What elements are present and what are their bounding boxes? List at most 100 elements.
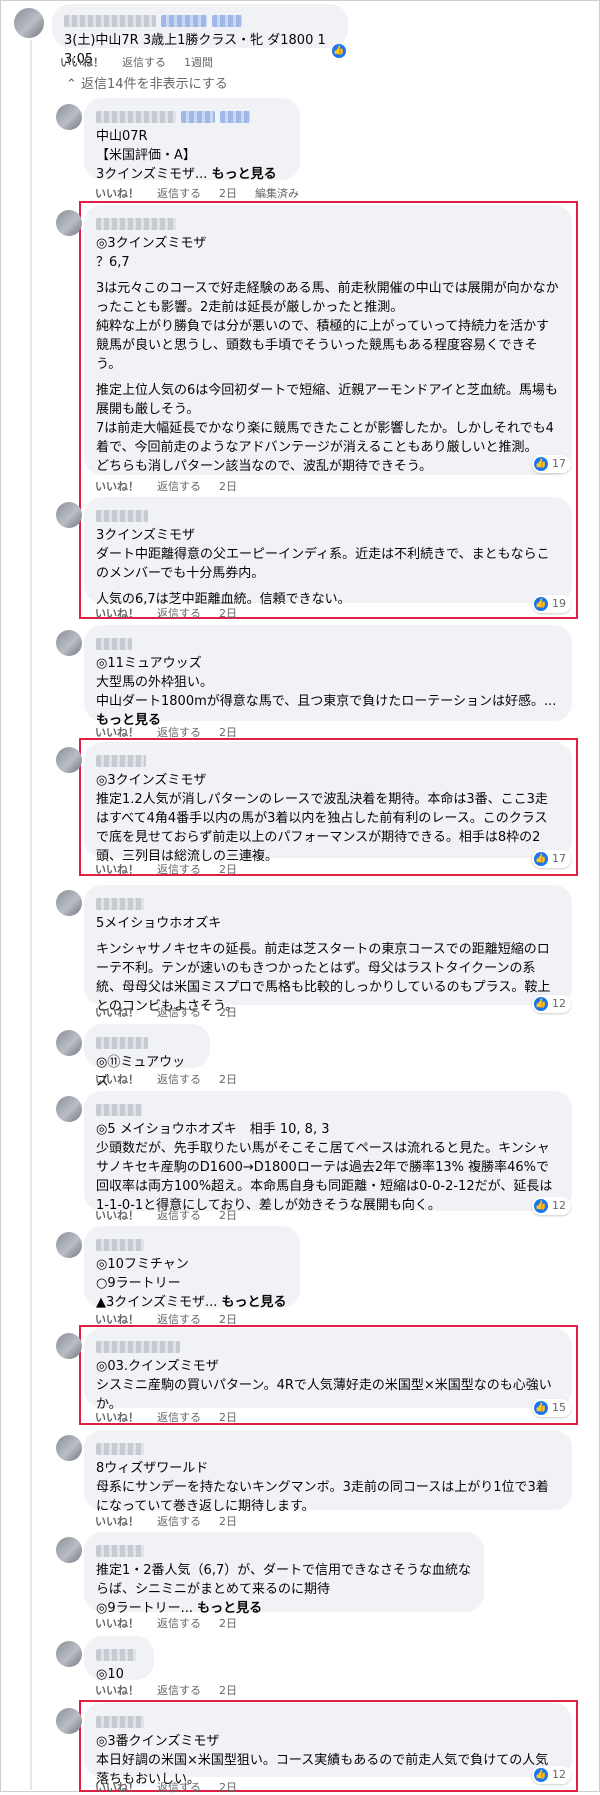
- like-button[interactable]: いいね！: [95, 1515, 139, 1528]
- like-count-badge[interactable]: 👍 17: [532, 850, 571, 868]
- commenter-name[interactable]: [96, 110, 176, 123]
- reply-button[interactable]: 返信する: [157, 1515, 201, 1528]
- avatar[interactable]: [56, 1333, 82, 1359]
- avatar[interactable]: [56, 1641, 82, 1667]
- avatar[interactable]: [56, 210, 82, 236]
- reply-button[interactable]: 返信する: [157, 607, 201, 620]
- like-count: 19: [552, 597, 566, 610]
- like-count-badge[interactable]: 👍 12: [532, 1197, 571, 1215]
- avatar[interactable]: [56, 1232, 82, 1258]
- commenter-name[interactable]: [96, 1648, 136, 1661]
- timestamp[interactable]: 2日: [219, 1073, 237, 1086]
- commenter-name[interactable]: [64, 14, 156, 27]
- comment-bubble: 5メイショウホオズキ キンシャサノキセキの延長。前走は芝スタートの東京コースでの…: [84, 885, 572, 1014]
- like-button[interactable]: いいね！: [95, 1006, 139, 1019]
- avatar[interactable]: [56, 502, 82, 528]
- like-button[interactable]: いいね！: [60, 56, 104, 69]
- commenter-name[interactable]: [96, 1238, 144, 1251]
- avatar[interactable]: [56, 104, 82, 130]
- reply-button[interactable]: 返信する: [157, 1684, 201, 1697]
- like-count-badge[interactable]: 👍 15: [532, 1399, 571, 1417]
- timestamp[interactable]: 2日: [219, 480, 237, 493]
- timestamp[interactable]: 2日: [219, 863, 237, 876]
- timestamp[interactable]: 2日: [219, 1209, 237, 1222]
- comment-bubble: 8ウィズザワールド 母系にサンデーを持たないキングマンボ。3走前の同コースは上が…: [84, 1430, 572, 1514]
- commenter-name[interactable]: [96, 637, 132, 650]
- commenter-name-tag[interactable]: [161, 14, 208, 27]
- like-button[interactable]: いいね！: [95, 1781, 139, 1794]
- reply-button[interactable]: 返信する: [157, 863, 201, 876]
- reply-button[interactable]: 返信する: [157, 1617, 201, 1630]
- see-more-link[interactable]: もっと見る: [197, 1601, 262, 1616]
- comment-actions: いいね！ 返信する 2日: [95, 1409, 255, 1425]
- like-count-badge[interactable]: 👍 12: [532, 1766, 571, 1784]
- like-button[interactable]: いいね！: [95, 863, 139, 876]
- commenter-name[interactable]: [96, 1715, 144, 1728]
- like-count: 17: [552, 852, 566, 865]
- commenter-name-tag[interactable]: [212, 14, 243, 27]
- timestamp[interactable]: 2日: [219, 1617, 237, 1630]
- timestamp[interactable]: 2日: [219, 1781, 237, 1794]
- timestamp[interactable]: 2日: [219, 1515, 237, 1528]
- comment-text: 5メイショウホオズキ: [96, 916, 222, 931]
- reply-button[interactable]: 返信する: [157, 187, 201, 200]
- reply-button[interactable]: 返信する: [157, 480, 201, 493]
- timestamp[interactable]: 2日: [219, 1684, 237, 1697]
- commenter-name[interactable]: [96, 509, 148, 522]
- comment-text: 推定上位人気の6は今回初ダートで短縮、近親アーモンドアイと芝血統。馬場も展開も厳…: [96, 383, 558, 474]
- reply-button[interactable]: 返信する: [157, 1006, 201, 1019]
- timestamp[interactable]: 2日: [219, 187, 237, 200]
- avatar[interactable]: [56, 1708, 82, 1734]
- commenter-name[interactable]: [96, 1103, 142, 1116]
- comment-text: 推定1・2番人気（6,7）が、ダートで信用できなさそうな血統ならば、シニミニがま…: [96, 1561, 472, 1618]
- avatar[interactable]: [56, 1435, 82, 1461]
- thumbs-up-icon: 👍: [534, 1768, 548, 1782]
- like-count-badge[interactable]: 👍 17: [532, 455, 571, 473]
- see-more-link[interactable]: もっと見る: [212, 167, 277, 182]
- avatar[interactable]: [56, 890, 82, 916]
- commenter-name-tag[interactable]: [181, 110, 216, 123]
- like-button[interactable]: いいね！: [95, 480, 139, 493]
- like-count-badge[interactable]: 👍 19: [532, 595, 571, 613]
- like-count: 12: [552, 1199, 566, 1212]
- avatar[interactable]: [56, 630, 82, 656]
- timestamp[interactable]: 2日: [219, 1006, 237, 1019]
- like-button[interactable]: いいね！: [95, 1209, 139, 1222]
- like-button[interactable]: いいね！: [95, 1411, 139, 1424]
- commenter-name[interactable]: [96, 897, 144, 910]
- avatar[interactable]: [56, 1096, 82, 1122]
- hide-replies-link[interactable]: ⌃ 返信14件を非表示にする: [66, 73, 228, 92]
- commenter-name[interactable]: [96, 1340, 180, 1353]
- comment-text: ◎5 メイショウホオズキ 相手 10, 8, 3 少頭数だが、先手取りたい馬がそ…: [96, 1122, 553, 1213]
- reply-button[interactable]: 返信する: [157, 1073, 201, 1086]
- like-button[interactable]: いいね！: [95, 1617, 139, 1630]
- avatar[interactable]: [56, 1030, 82, 1056]
- commenter-name[interactable]: [96, 1544, 144, 1557]
- like-button[interactable]: いいね！: [95, 607, 139, 620]
- timestamp[interactable]: 2日: [219, 1411, 237, 1424]
- reply-button[interactable]: 返信する: [122, 56, 166, 69]
- reply-button[interactable]: 返信する: [157, 1411, 201, 1424]
- see-more-link[interactable]: もっと見る: [222, 1295, 287, 1310]
- commenter-name[interactable]: [96, 1442, 144, 1455]
- commenter-name-tag[interactable]: [220, 110, 251, 123]
- comment-bubble: ◎10: [84, 1636, 154, 1682]
- commenter-name[interactable]: [96, 754, 146, 767]
- timestamp[interactable]: 1週間: [184, 56, 213, 69]
- avatar[interactable]: [14, 8, 44, 38]
- avatar[interactable]: [56, 1537, 82, 1563]
- comment-bubble: ◎3クインズミモザ 推定1.2人気が消しパターンのレースで波乱決着を期待。本命は…: [84, 742, 572, 864]
- avatar[interactable]: [56, 747, 82, 773]
- like-button[interactable]: いいね！: [95, 1684, 139, 1697]
- commenter-name[interactable]: [96, 1036, 148, 1049]
- comment-actions: いいね！ 返信する 2日: [95, 478, 255, 494]
- like-button[interactable]: いいね！: [95, 1073, 139, 1086]
- like-count-badge[interactable]: 👍 12: [532, 995, 571, 1013]
- like-button[interactable]: いいね！: [95, 187, 139, 200]
- comment-body: 推定1・2番人気（6,7）が、ダートで信用できなさそうな血統ならば、シニミニがま…: [96, 1563, 471, 1616]
- reply-button[interactable]: 返信する: [157, 1781, 201, 1794]
- timestamp[interactable]: 2日: [219, 607, 237, 620]
- commenter-name[interactable]: [96, 217, 176, 230]
- comment-actions: いいね！ 返信する 2日: [95, 1004, 255, 1020]
- reply-button[interactable]: 返信する: [157, 1209, 201, 1222]
